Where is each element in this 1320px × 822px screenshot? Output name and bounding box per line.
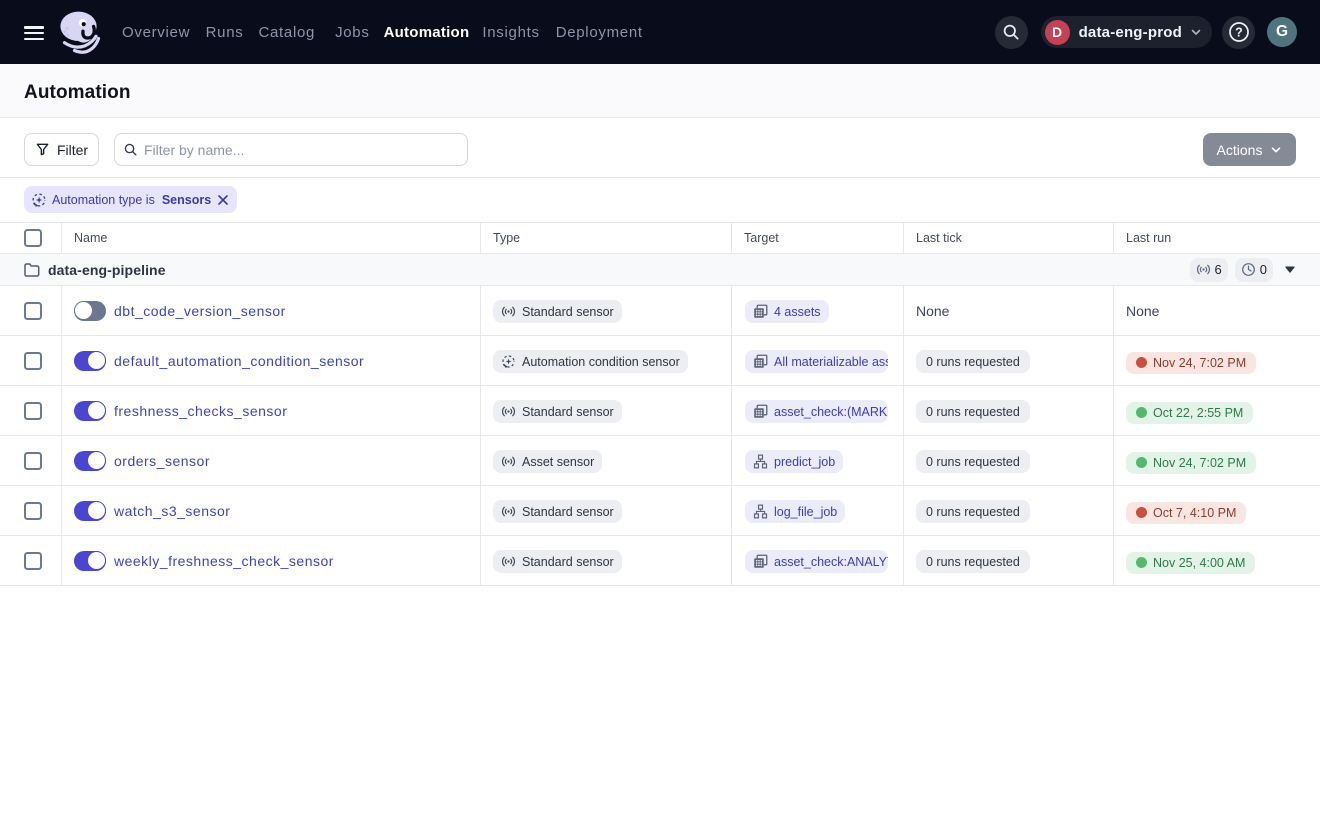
svg-text:?: ? <box>1235 26 1243 40</box>
